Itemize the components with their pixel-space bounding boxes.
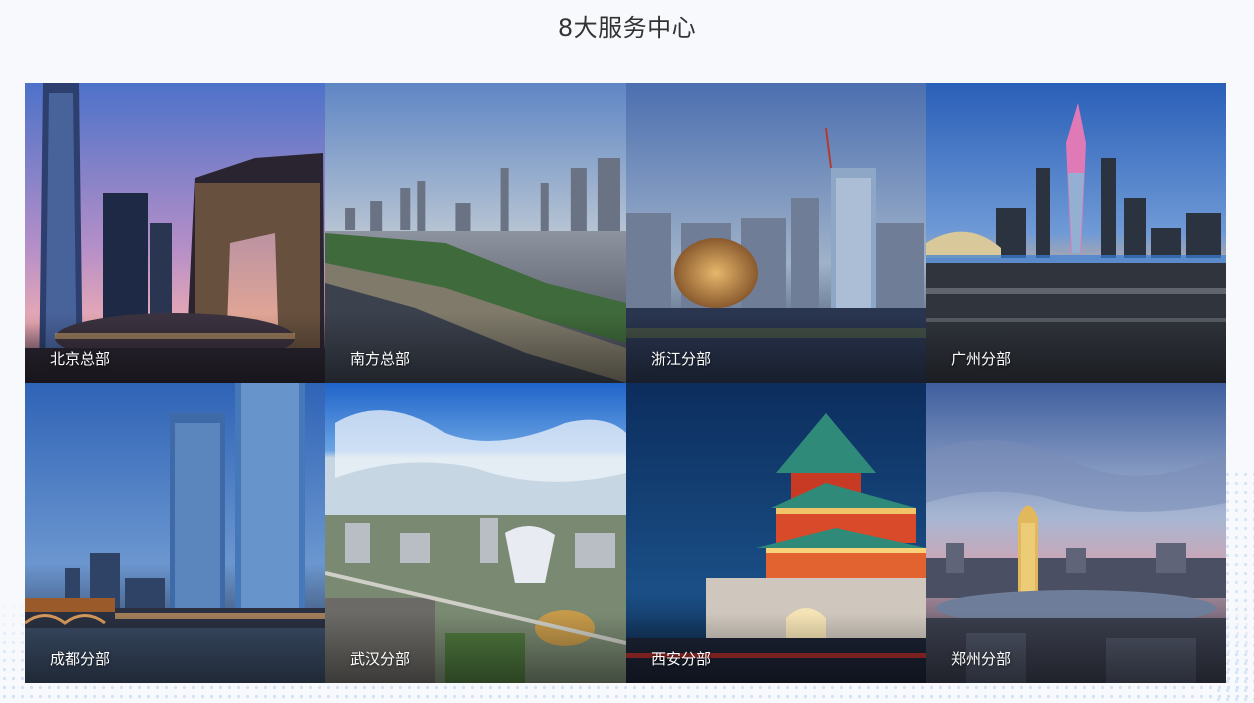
center-label: 郑州分部 — [951, 650, 1012, 668]
center-card-xian[interactable]: 西安分部 — [626, 383, 926, 683]
section-title: 8大服务中心 — [557, 14, 697, 42]
center-label: 北京总部 — [50, 350, 111, 368]
center-card-wuhan[interactable]: 武汉分部 — [325, 383, 626, 683]
center-label: 武汉分部 — [350, 650, 411, 668]
center-card-zhejiang[interactable]: 浙江分部 — [626, 83, 926, 383]
service-center-grid: 北京总部 南方总部 浙江分部 广州分部 成都分部 武汉分部 西安分部 郑州分部 — [25, 83, 1226, 683]
center-card-guangzhou[interactable]: 广州分部 — [926, 83, 1226, 383]
center-card-zhengzhou[interactable]: 郑州分部 — [926, 383, 1226, 683]
center-card-south[interactable]: 南方总部 — [325, 83, 626, 383]
center-label: 西安分部 — [651, 650, 712, 668]
center-label: 成都分部 — [50, 650, 111, 668]
center-card-chengdu[interactable]: 成都分部 — [25, 383, 325, 683]
center-label: 浙江分部 — [651, 350, 712, 368]
center-label: 南方总部 — [350, 350, 411, 368]
center-card-beijing[interactable]: 北京总部 — [25, 83, 325, 383]
center-label: 广州分部 — [951, 350, 1012, 368]
